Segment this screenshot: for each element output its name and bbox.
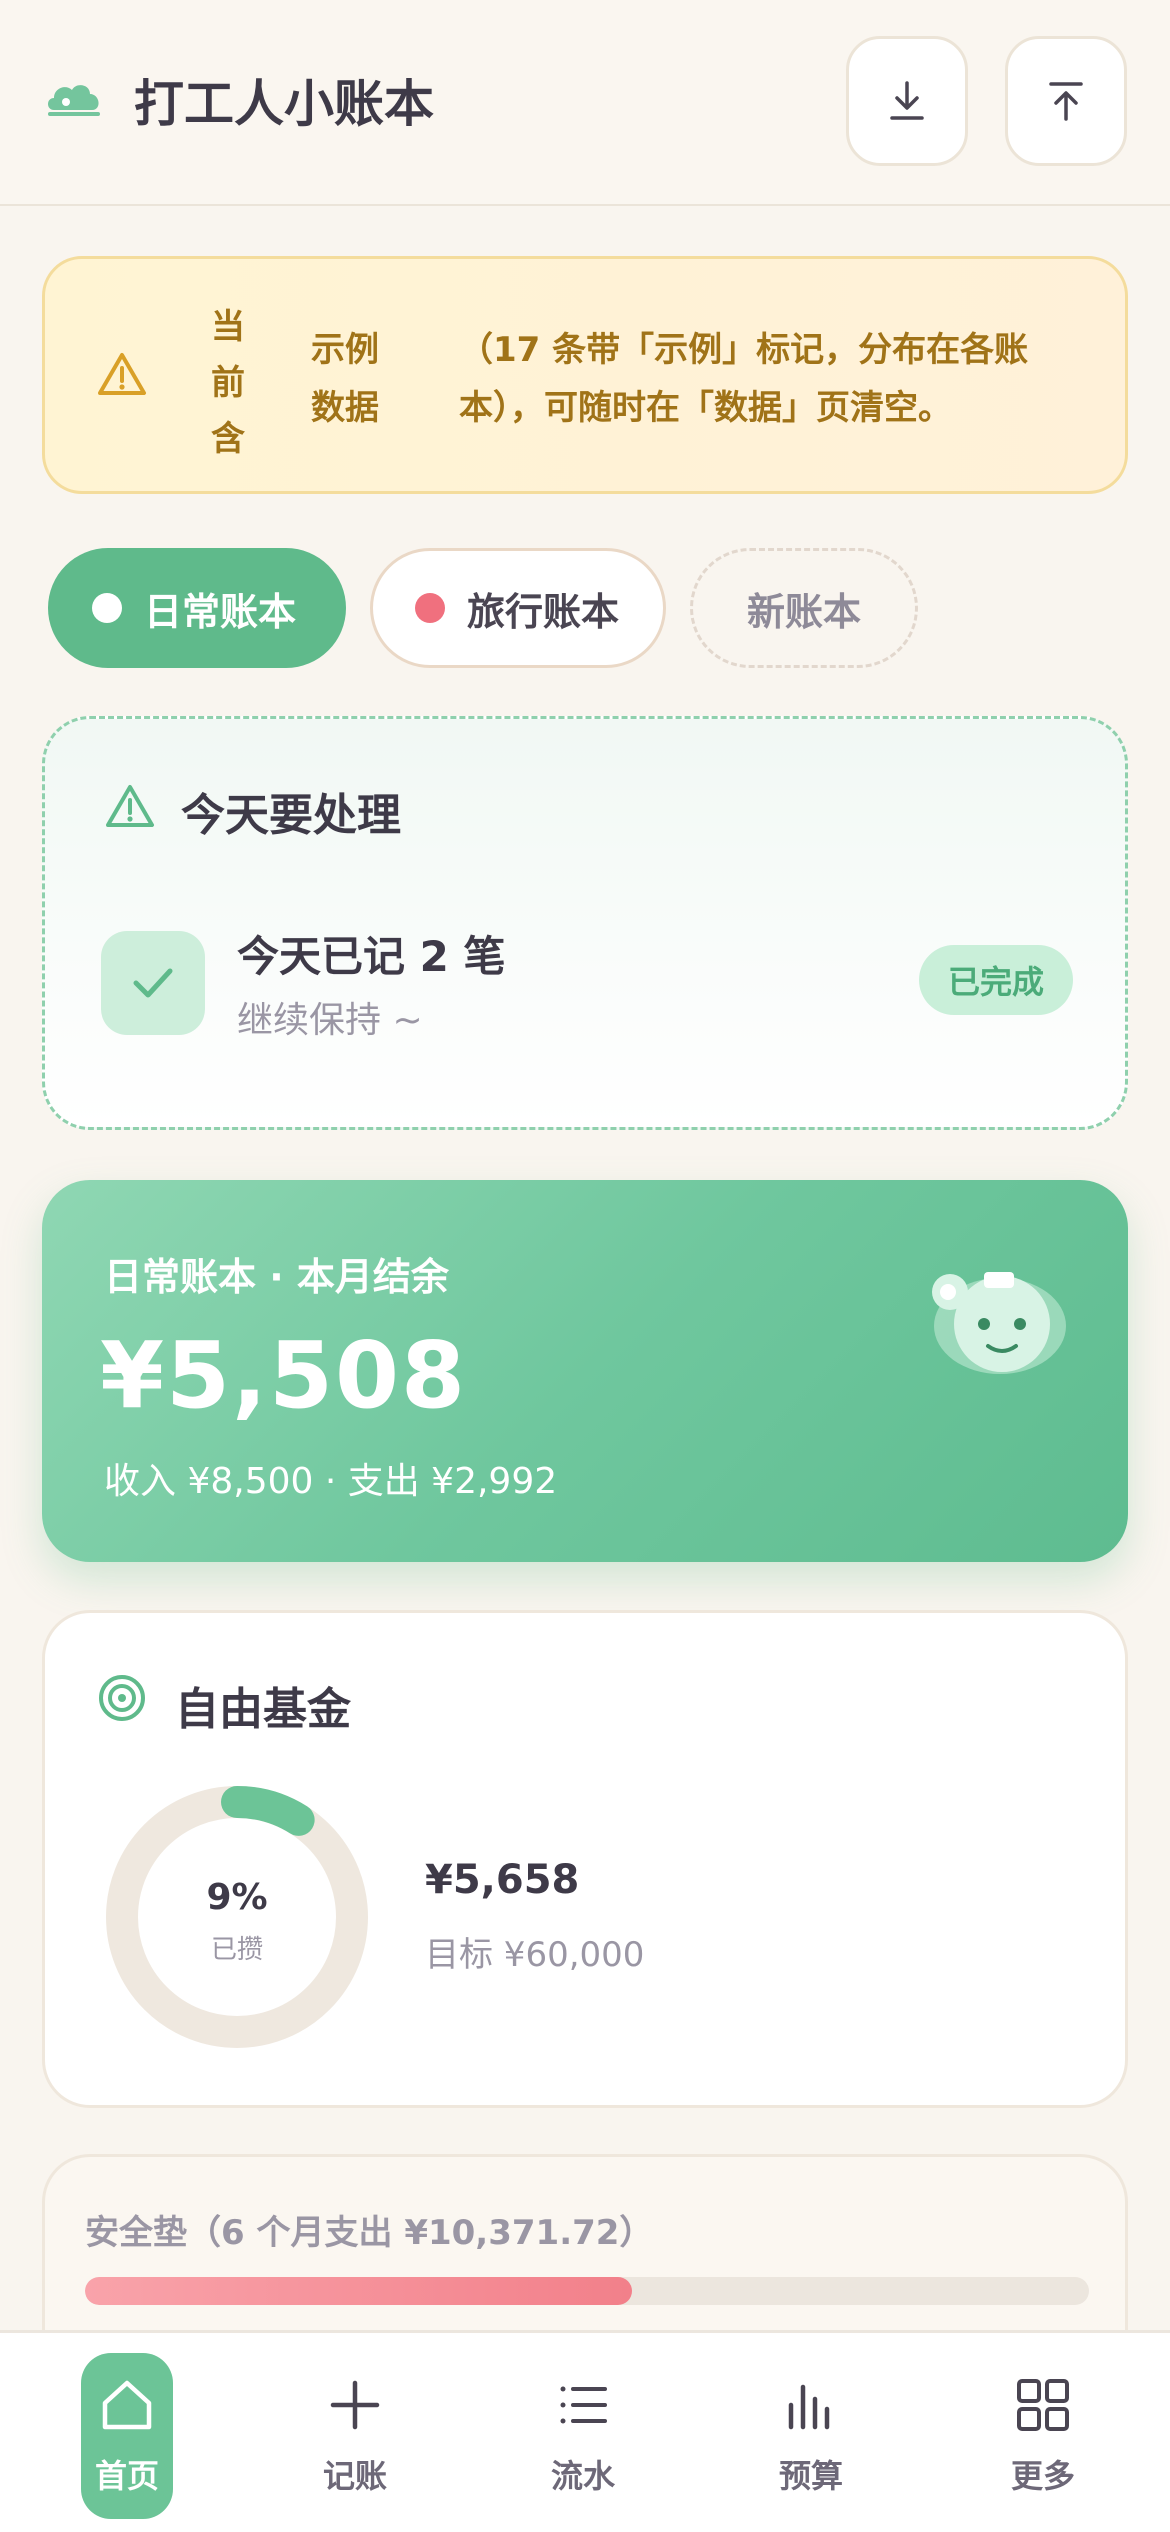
nav-more-label: 更多 bbox=[1010, 2457, 1075, 2495]
task-title: 今天已记 2 笔 bbox=[237, 932, 506, 981]
notice-line2-a: 数据 bbox=[311, 388, 379, 428]
monthly-balance-card[interactable]: 日常账本 · 本月结余 ¥5,508 收入 ¥8,500 · 支出 ¥2,992 bbox=[42, 1180, 1128, 1562]
balance-label: 日常账本 · 本月结余 bbox=[104, 1255, 449, 1299]
app-title: 打工人小账本 bbox=[134, 75, 434, 133]
fund-goal: 目标 ¥60,000 bbox=[425, 1935, 645, 1975]
notice-line2-b: 本），可随时在「数据」页清空。 bbox=[459, 388, 952, 428]
fund-amount: ¥5,658 bbox=[425, 1857, 580, 1903]
fund-percent: 9% bbox=[206, 1877, 268, 1918]
bar-chart-icon bbox=[788, 2384, 830, 2430]
cushion-title: 安全垫（6 个月支出 ¥10,371.72） bbox=[85, 2213, 654, 2253]
nav-flow-label: 流水 bbox=[550, 2457, 615, 2495]
nav-budget-label: 预算 bbox=[778, 2457, 843, 2495]
book-color-dot bbox=[92, 593, 122, 623]
notice-text: 示例 （17 条带「示例」标记，分布在各账 数据 本），可随时在「数据」页清空。 bbox=[311, 321, 1071, 437]
nav-flow[interactable]: 流水 bbox=[537, 2353, 629, 2519]
today-title: 今天要处理 bbox=[181, 790, 401, 841]
freedom-fund-card[interactable]: 自由基金 9% 已攒 ¥5,658 目标 ¥60,000 bbox=[42, 1610, 1128, 2108]
nav-more[interactable]: 更多 bbox=[997, 2353, 1089, 2519]
fund-title: 自由基金 bbox=[175, 1684, 351, 1735]
alert-triangle-icon bbox=[106, 785, 154, 827]
check-icon bbox=[133, 968, 173, 998]
sample-data-notice: 当前含 示例 （17 条带「示例」标记，分布在各账 数据 本），可随时在「数据」… bbox=[42, 256, 1128, 494]
nav-record-label: 记账 bbox=[322, 2457, 387, 2495]
plus-icon bbox=[330, 2380, 380, 2430]
bottom-nav: 首页 记账 流水 预算 更多 bbox=[0, 2330, 1170, 2532]
notice-line1-a: 示例 bbox=[311, 330, 379, 370]
new-book-button[interactable]: 新账本 bbox=[690, 548, 918, 668]
nav-budget[interactable]: 预算 bbox=[765, 2353, 857, 2519]
book-tab-travel[interactable]: 旅行账本 bbox=[370, 548, 666, 668]
balance-amount: ¥5,508 bbox=[100, 1322, 468, 1429]
upload-icon bbox=[1049, 82, 1083, 121]
cushion-progress-fill bbox=[85, 2277, 633, 2305]
task-subtitle: 继续保持 ~ bbox=[237, 1000, 423, 1041]
home-icon bbox=[102, 2380, 152, 2430]
book-color-dot bbox=[415, 593, 445, 623]
download-icon bbox=[890, 81, 924, 120]
notice-label: 当前含 bbox=[211, 307, 245, 459]
app-header: 打工人小账本 bbox=[0, 0, 1170, 206]
warning-icon bbox=[98, 353, 146, 395]
export-button[interactable] bbox=[1005, 36, 1127, 166]
book-tab-label: 旅行账本 bbox=[467, 589, 620, 634]
book-tab-label: 日常账本 bbox=[144, 589, 297, 634]
target-icon bbox=[99, 1675, 145, 1721]
cushion-progress-track bbox=[85, 2277, 1089, 2305]
import-button[interactable] bbox=[846, 36, 968, 166]
status-badge: 已完成 bbox=[919, 945, 1073, 1015]
notice-line1-b: （17 条带「示例」标记，分布在各账 bbox=[459, 330, 1029, 370]
app-root: 打工人小账本 当前含 示例 （17 条带「示例」标记，分布在各账 数据 本），可… bbox=[0, 0, 1170, 2532]
cloud-logo-icon bbox=[48, 85, 100, 116]
nav-home[interactable]: 首页 bbox=[81, 2353, 173, 2519]
balance-summary: 收入 ¥8,500 · 支出 ¥2,992 bbox=[104, 1461, 558, 1502]
mascot-icon bbox=[932, 1272, 1066, 1374]
book-tab-daily[interactable]: 日常账本 bbox=[48, 548, 346, 668]
fund-percent-label: 已攒 bbox=[210, 1935, 263, 1965]
nav-home-label: 首页 bbox=[94, 2457, 159, 2495]
list-icon bbox=[560, 2386, 607, 2424]
nav-record[interactable]: 记账 bbox=[309, 2353, 401, 2519]
new-book-label: 新账本 bbox=[746, 589, 861, 634]
today-todo-card: 今天要处理 今天已记 2 笔 继续保持 ~ 已完成 bbox=[42, 716, 1128, 1130]
grid-icon bbox=[1017, 2379, 1069, 2431]
task-check bbox=[101, 931, 205, 1035]
